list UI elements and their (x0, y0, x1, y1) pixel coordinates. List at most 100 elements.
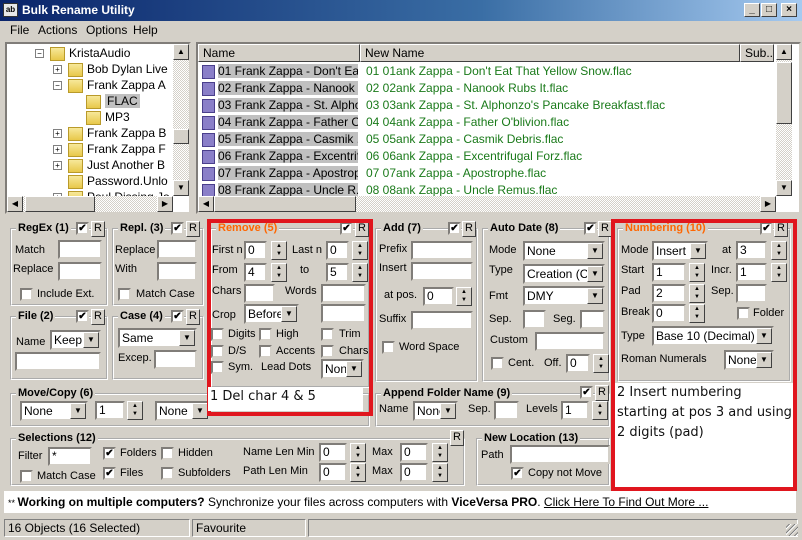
chevron-down-icon[interactable]: ▼ (587, 243, 603, 259)
tree-item[interactable]: + Frank Zappa F (53, 141, 166, 158)
append-folder-reset-button[interactable]: R (595, 385, 609, 401)
chevron-down-icon[interactable]: ▼ (70, 403, 86, 419)
file-row[interactable]: 04 Frank Zappa - Father O'... 04 04ank Za… (198, 114, 776, 131)
column-header-new-name[interactable]: New Name (360, 44, 740, 62)
file-enable-checkbox[interactable]: ✔ (76, 310, 89, 323)
append-folder-sep-input[interactable] (494, 401, 519, 420)
date-sep-input[interactable] (523, 310, 546, 329)
path-len-min-input[interactable]: 0 (319, 463, 347, 482)
file-row[interactable]: 01 Frank Zappa - Don't Eat... 01 01ank Za… (198, 63, 776, 80)
file-row[interactable]: 05 Frank Zappa - Casmik ... 05 05ank Zapp… (198, 131, 776, 148)
expand-icon[interactable]: + (53, 129, 62, 139)
chevron-down-icon[interactable]: ▼ (440, 403, 456, 419)
scroll-thumb[interactable] (776, 62, 792, 124)
at-pos-spinner[interactable]: ▲ ▼ (456, 287, 472, 306)
case-select[interactable]: Same ▼ (118, 328, 197, 348)
levels-spinner[interactable]: ▲ ▼ (592, 401, 608, 420)
hscroll-thumb[interactable] (214, 196, 356, 212)
chevron-down-icon[interactable]: ▼ (192, 403, 208, 419)
file-row[interactable]: 07 Frank Zappa - Apostrop... 07 07ank Zap… (198, 165, 776, 182)
column-header-name[interactable]: Name (198, 44, 360, 62)
scroll-up-icon[interactable]: ▲ (776, 44, 792, 60)
add-enable-checkbox[interactable]: ✔ (448, 222, 461, 235)
scroll-down-icon[interactable]: ▼ (776, 180, 792, 196)
cent-checkbox[interactable] (491, 357, 504, 370)
scroll-right-icon[interactable]: ▶ (157, 196, 173, 212)
move-copy-mode-select[interactable]: None ▼ (20, 401, 88, 421)
file-row[interactable]: 06 Frank Zappa - Excentrif... 06 06ank Za… (198, 148, 776, 165)
menu-file[interactable]: File (10, 22, 29, 39)
regex-reset-button[interactable]: R (91, 221, 105, 237)
chevron-down-icon[interactable]: ▼ (587, 266, 603, 282)
chevron-down-icon[interactable]: ▼ (587, 288, 603, 304)
suffix-input[interactable] (411, 311, 473, 330)
insert-input[interactable] (411, 262, 473, 281)
tree-item[interactable]: MP3 (71, 109, 130, 126)
subfolders-checkbox[interactable] (161, 467, 174, 480)
scroll-down-icon[interactable]: ▼ (173, 180, 189, 196)
path-len-max-spinner[interactable]: ▲ ▼ (432, 463, 448, 482)
at-pos-input[interactable]: 0 (423, 287, 454, 306)
files-checkbox[interactable]: ✔ (103, 467, 116, 480)
match-case-checkbox[interactable] (118, 288, 131, 301)
scroll-thumb[interactable] (173, 129, 189, 144)
menu-actions[interactable]: Actions (38, 22, 77, 39)
selections-reset-button[interactable]: R (450, 430, 464, 446)
filter-input[interactable]: * (48, 447, 92, 466)
case-enable-checkbox[interactable]: ✔ (171, 310, 184, 323)
regex-match-input[interactable] (58, 240, 102, 259)
close-button[interactable]: × (781, 3, 797, 17)
file-row[interactable]: 02 Frank Zappa - Nanook ... 02 02ank Zapp… (198, 80, 776, 97)
minimize-button[interactable]: _ (744, 3, 760, 17)
with-input[interactable] (157, 262, 197, 281)
tree-item[interactable]: + Just Another B (53, 157, 165, 174)
chevron-down-icon[interactable]: ▼ (83, 332, 99, 348)
collapse-icon[interactable]: − (53, 81, 62, 91)
regex-enable-checkbox[interactable]: ✔ (76, 222, 89, 235)
auto-date-enable-checkbox[interactable]: ✔ (584, 222, 597, 235)
prefix-input[interactable] (411, 241, 473, 260)
tree-item[interactable]: +Poul Dissing Jo (53, 189, 170, 196)
expand-icon[interactable]: + (53, 161, 62, 171)
move-copy-mode2-select[interactable]: None ▼ (155, 401, 210, 421)
replace-reset-button[interactable]: R (186, 221, 200, 237)
tree-vscrollbar[interactable] (173, 44, 189, 196)
date-seg-input[interactable] (580, 310, 605, 329)
hidden-checkbox[interactable] (161, 447, 174, 460)
hscroll-thumb[interactable] (25, 196, 95, 212)
name-len-max-input[interactable]: 0 (400, 443, 428, 462)
auto-date-reset-button[interactable]: R (598, 221, 612, 237)
maximize-button[interactable]: □ (761, 3, 777, 17)
resize-grip-icon[interactable] (786, 524, 798, 536)
off-input[interactable]: 0 (566, 354, 590, 373)
folder-tree[interactable]: − KristaAudio + Bob Dylan Live − Frank Zappa … (5, 42, 191, 214)
file-name-input[interactable] (15, 352, 101, 371)
expand-icon[interactable]: + (53, 145, 62, 155)
move-copy-count-input[interactable]: 1 (95, 401, 125, 420)
expand-icon[interactable]: + (53, 65, 62, 75)
new-location-path-input[interactable] (510, 445, 610, 464)
replace-enable-checkbox[interactable]: ✔ (171, 222, 184, 235)
path-len-max-input[interactable]: 0 (400, 463, 428, 482)
include-ext-checkbox[interactable] (20, 288, 33, 301)
scroll-up-icon[interactable]: ▲ (173, 44, 189, 60)
path-len-min-spinner[interactable]: ▲ ▼ (350, 463, 366, 482)
date-type-select[interactable]: Creation (Curr ▼ (523, 264, 605, 284)
append-folder-enable-checkbox[interactable]: ✔ (580, 386, 593, 399)
scroll-left-icon[interactable]: ◀ (7, 196, 23, 212)
tree-item[interactable]: − KristaAudio (35, 45, 130, 62)
scroll-left-icon[interactable]: ◀ (198, 196, 214, 212)
tree-item[interactable]: FLAC (71, 93, 140, 110)
name-len-min-input[interactable]: 0 (319, 443, 347, 462)
file-list[interactable]: 01 Frank Zappa - Don't Eat... 01 01ank Za… (196, 42, 801, 214)
move-copy-count-spinner[interactable]: ▲ ▼ (127, 401, 143, 420)
date-format-select[interactable]: DMY ▼ (523, 286, 605, 306)
app-icon[interactable]: ab (3, 3, 18, 17)
name-len-min-spinner[interactable]: ▲ ▼ (350, 443, 366, 462)
file-name-select[interactable]: Keep ▼ (50, 330, 101, 350)
copy-not-move-checkbox[interactable]: ✔ (511, 467, 524, 480)
tree-item[interactable]: + Frank Zappa B (53, 125, 166, 142)
file-reset-button[interactable]: R (91, 309, 105, 325)
selections-match-case-checkbox[interactable] (20, 470, 33, 483)
add-reset-button[interactable]: R (462, 221, 476, 237)
